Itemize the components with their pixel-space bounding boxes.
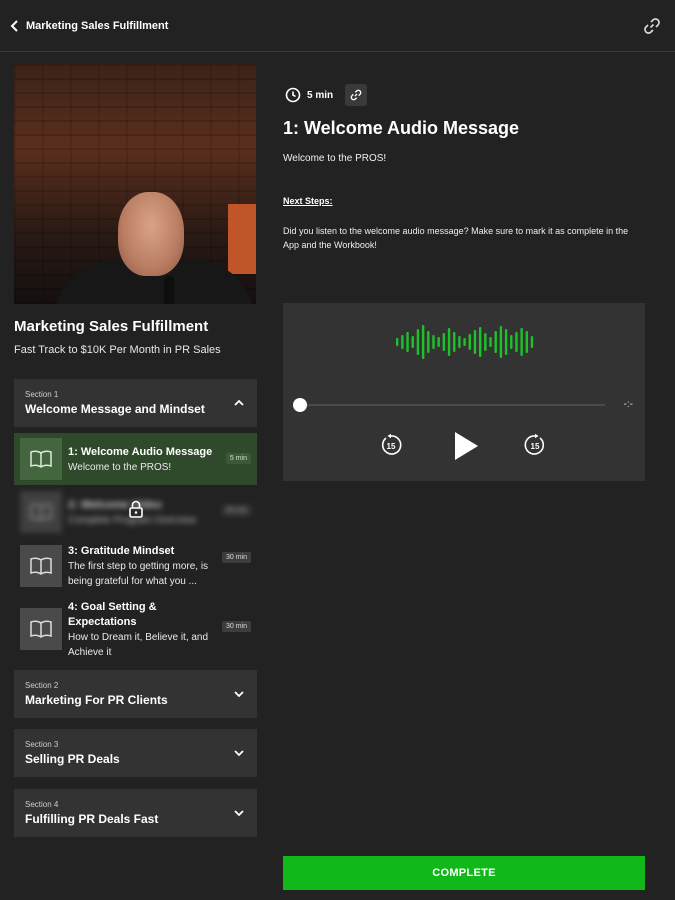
waveform-bar <box>401 335 404 349</box>
waveform-bar <box>530 336 534 348</box>
play-button[interactable] <box>453 431 479 461</box>
waveform-bar <box>525 331 529 353</box>
lesson-heading: 1: Welcome Audio Message <box>283 118 520 138</box>
course-cover-image <box>14 64 256 304</box>
book-icon <box>30 557 52 575</box>
chevron-left-icon <box>10 20 18 32</box>
section-number: Section 1 <box>25 390 59 399</box>
share-link-button[interactable] <box>643 17 661 35</box>
lesson-duration: 30 min <box>221 552 251 563</box>
duration-chip: 5 min <box>283 84 339 106</box>
section-1-header[interactable]: Section 1 Welcome Message and Mindset <box>14 379 257 427</box>
book-icon <box>30 620 52 638</box>
lesson-title: 1: Welcome Audio Message <box>68 446 213 458</box>
audio-player: -:- 15 15 <box>283 303 645 481</box>
waveform-bar <box>437 337 440 347</box>
waveform-bar <box>411 336 414 348</box>
waveform-bar <box>468 334 471 350</box>
book-icon <box>30 450 52 468</box>
waveform-bar <box>478 327 482 357</box>
course-title: Marketing Sales Fulfillment <box>14 318 209 335</box>
section-number: Section 2 <box>25 681 59 690</box>
lesson-duration-label: 5 min <box>307 89 334 101</box>
lesson-intro: Welcome to the PROS! <box>283 153 387 164</box>
waveform-bar <box>406 332 409 352</box>
lesson-duration: 30 min <box>221 505 251 516</box>
lesson-item-4[interactable]: 4: Goal Setting & Expectations How to Dr… <box>14 599 257 661</box>
lesson-thumbnail <box>20 438 62 480</box>
lesson-thumbnail <box>20 608 62 650</box>
section-3-header[interactable]: Section 3 Selling PR Deals <box>14 729 257 777</box>
waveform-bar <box>484 333 487 351</box>
waveform-bar <box>447 328 451 356</box>
section-title: Welcome Message and Mindset <box>25 402 205 416</box>
waveform-bar <box>473 330 477 354</box>
waveform-bar <box>489 337 492 347</box>
lesson-item-1[interactable]: 1: Welcome Audio Message Welcome to the … <box>14 433 257 485</box>
next-steps-body: Did you listen to the welcome audio mess… <box>283 226 629 250</box>
lesson-thumbnail <box>20 491 62 533</box>
top-bar: Marketing Sales Fulfillment <box>0 0 675 52</box>
page-title: Marketing Sales Fulfillment <box>26 20 169 32</box>
waveform-bar <box>421 325 425 359</box>
waveform-bar <box>504 329 508 355</box>
waveform-bar <box>499 326 503 358</box>
section-number: Section 3 <box>25 740 59 749</box>
forward-15-button[interactable]: 15 <box>523 433 547 457</box>
lesson-description: The first step to getting more, is being… <box>68 561 209 587</box>
copy-link-button[interactable] <box>345 84 368 106</box>
seek-track[interactable] <box>299 404 605 406</box>
back-button[interactable]: Marketing Sales Fulfillment <box>10 16 168 36</box>
waveform-bar <box>515 332 518 352</box>
waveform-bar <box>453 332 456 352</box>
rewind-label: 15 <box>387 442 396 451</box>
link-icon <box>644 18 660 34</box>
waveform-bar <box>458 336 461 348</box>
waveform-bar <box>494 331 497 353</box>
waveform-bar <box>416 329 420 355</box>
chevron-down-icon <box>234 750 244 757</box>
section-title: Selling PR Deals <box>25 752 120 766</box>
waveform-bar <box>432 335 435 349</box>
lock-icon <box>129 500 143 518</box>
lesson-title: 4: Goal Setting & Expectations <box>68 601 157 628</box>
waveform-bar <box>427 331 430 353</box>
waveform-bar <box>442 333 446 351</box>
course-subtitle: Fast Track to $10K Per Month in PR Sales <box>14 344 221 356</box>
next-steps-label: Next Steps: <box>283 196 333 206</box>
clock-icon <box>285 87 301 103</box>
waveform-icon <box>396 325 534 359</box>
waveform-bar <box>510 335 513 349</box>
section-number: Section 4 <box>25 800 59 809</box>
chevron-up-icon <box>234 399 244 406</box>
section-title: Marketing For PR Clients <box>25 693 168 707</box>
section-title: Fulfilling PR Deals Fast <box>25 812 159 826</box>
lesson-item-3[interactable]: 3: Gratitude Mindset The first step to g… <box>14 542 257 594</box>
waveform-bar <box>463 338 466 346</box>
section-2-header[interactable]: Section 2 Marketing For PR Clients <box>14 670 257 718</box>
forward-label: 15 <box>531 442 540 451</box>
lesson-title: 3: Gratitude Mindset <box>68 545 175 557</box>
waveform-bar <box>396 338 399 346</box>
lesson-item-2[interactable]: 2: Welcome Video Complete Program Overvi… <box>14 487 257 539</box>
lesson-duration: 30 min <box>221 621 251 632</box>
rewind-15-button[interactable]: 15 <box>379 433 403 457</box>
lesson-description: How to Dream it, Believe it, and Achieve… <box>68 632 209 658</box>
lesson-meta: 5 min <box>283 84 368 106</box>
complete-button[interactable]: COMPLETE <box>283 856 645 890</box>
book-icon <box>30 503 52 521</box>
seek-handle[interactable] <box>293 398 307 412</box>
section-4-header[interactable]: Section 4 Fulfilling PR Deals Fast <box>14 789 257 837</box>
lesson-duration: 5 min <box>225 453 251 464</box>
link-icon <box>350 89 362 101</box>
chevron-down-icon <box>234 810 244 817</box>
lesson-thumbnail <box>20 545 62 587</box>
waveform-bar <box>520 328 523 356</box>
chevron-down-icon <box>234 691 244 698</box>
time-remaining: -:- <box>623 399 633 410</box>
lesson-description: Welcome to the PROS! <box>68 462 172 473</box>
